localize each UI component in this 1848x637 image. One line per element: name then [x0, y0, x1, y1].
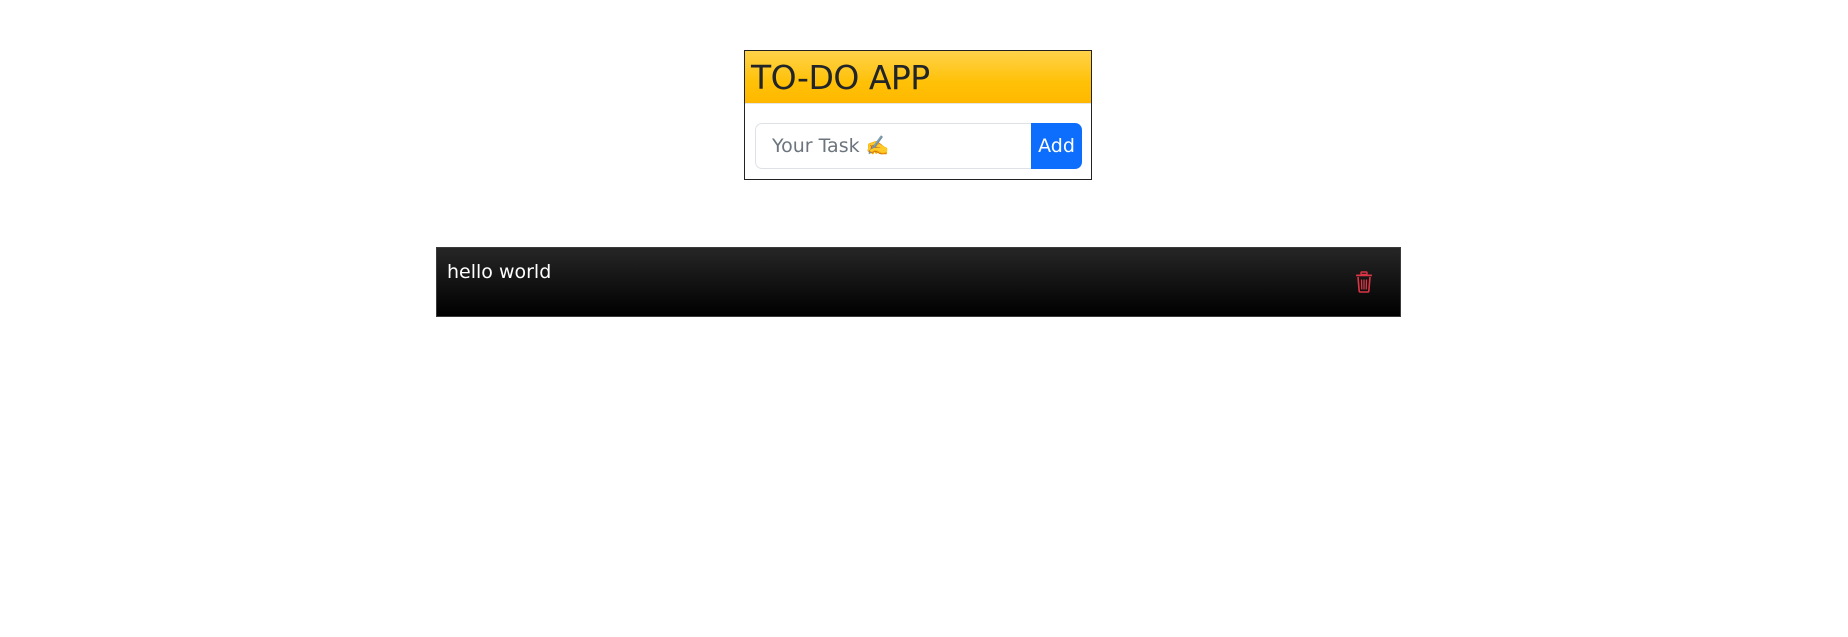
task-input-group: Add [755, 123, 1082, 169]
task-text: hello world [447, 261, 552, 283]
task-input[interactable] [755, 123, 1031, 169]
page: TO-DO APP Add hello world [0, 0, 1848, 637]
card-header: TO-DO APP [745, 51, 1091, 104]
delete-task-button[interactable] [1352, 268, 1376, 296]
add-button[interactable]: Add [1031, 123, 1082, 169]
task-item: hello world [436, 247, 1401, 317]
app-title: TO-DO APP [751, 57, 930, 97]
task-list: hello world [436, 247, 1401, 317]
trash-icon [1356, 271, 1372, 293]
todo-card: TO-DO APP Add [744, 50, 1092, 180]
